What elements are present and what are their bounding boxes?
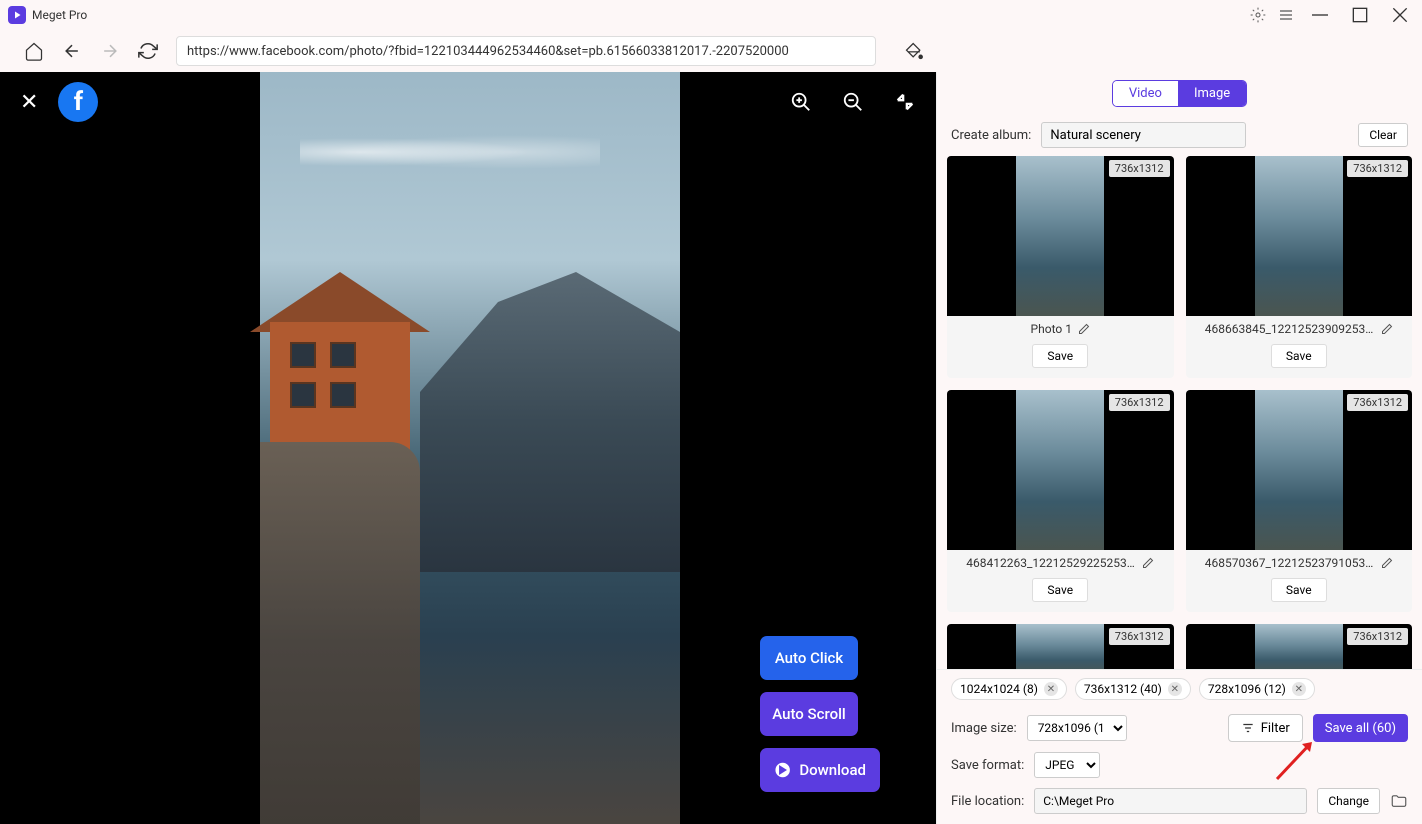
browser-toolbar: https://www.facebook.com/photo/?fbid=122… bbox=[0, 30, 1422, 72]
viewer-action-buttons: Auto Click Auto Scroll Download bbox=[760, 636, 880, 792]
dimension-badge: 736x1312 bbox=[1347, 394, 1408, 411]
url-input[interactable]: https://www.facebook.com/photo/?fbid=122… bbox=[176, 36, 876, 66]
create-album-label: Create album: bbox=[951, 128, 1031, 143]
thumbnail-card[interactable]: 736x1312 Photo 1 Save bbox=[947, 156, 1174, 378]
thumbnail-image: 736x1312 bbox=[947, 156, 1174, 316]
thumbnail-save-button[interactable]: Save bbox=[1271, 578, 1327, 602]
thumbnail-save-button[interactable]: Save bbox=[1271, 344, 1327, 368]
download-icon bbox=[774, 761, 791, 779]
sidebar: Video Image Create album: Clear 736x1312… bbox=[936, 72, 1422, 824]
file-location-label: File location: bbox=[951, 794, 1024, 809]
forward-icon[interactable] bbox=[100, 41, 120, 61]
chip-label: 736x1312 (40) bbox=[1084, 682, 1162, 696]
dimension-badge: 736x1312 bbox=[1109, 394, 1170, 411]
auto-click-button[interactable]: Auto Click bbox=[760, 636, 858, 680]
filter-chip[interactable]: 736x1312 (40) ✕ bbox=[1075, 678, 1191, 700]
dimension-badge: 736x1312 bbox=[1109, 160, 1170, 177]
thumbnail-image: 736x1312 bbox=[947, 624, 1174, 669]
thumbnail-save-button[interactable]: Save bbox=[1032, 578, 1088, 602]
settings-icon[interactable] bbox=[1250, 7, 1266, 23]
app-title: Meget Pro bbox=[32, 8, 1250, 22]
zoom-out-icon[interactable] bbox=[842, 91, 864, 113]
titlebar: Meget Pro bbox=[0, 0, 1422, 30]
image-size-label: Image size: bbox=[951, 721, 1017, 736]
image-size-select[interactable]: 728x1096 (12) bbox=[1027, 715, 1127, 741]
dimension-badge: 736x1312 bbox=[1347, 628, 1408, 645]
facebook-logo-icon[interactable]: f bbox=[58, 82, 98, 122]
filter-chips: 1024x1024 (8)✕736x1312 (40)✕728x1096 (12… bbox=[937, 669, 1422, 708]
menu-icon[interactable] bbox=[1278, 7, 1294, 23]
filter-chip[interactable]: 1024x1024 (8) ✕ bbox=[951, 678, 1067, 700]
thumbnail-name: 468412263_122125292252534460_1 bbox=[966, 556, 1136, 570]
download-button[interactable]: Download bbox=[760, 748, 880, 792]
minimize-button[interactable] bbox=[1306, 1, 1334, 29]
thumbnail-grid-wrap[interactable]: 736x1312 Photo 1 Save 736x1312 468663845… bbox=[937, 156, 1422, 669]
thumbnail-name: 468663845_122125239092534460_ bbox=[1205, 322, 1375, 336]
thumbnail-card[interactable]: 736x1312 bbox=[1186, 624, 1413, 669]
home-icon[interactable] bbox=[24, 41, 44, 61]
thumbnail-image: 736x1312 bbox=[947, 390, 1174, 550]
save-all-button[interactable]: Save all (60) bbox=[1313, 714, 1408, 742]
tab-image[interactable]: Image bbox=[1178, 81, 1246, 106]
thumbnail-save-button[interactable]: Save bbox=[1032, 344, 1088, 368]
change-button[interactable]: Change bbox=[1317, 788, 1380, 814]
exit-fullscreen-icon[interactable] bbox=[894, 91, 916, 113]
tab-video[interactable]: Video bbox=[1113, 81, 1178, 106]
thumbnail-image: 736x1312 bbox=[1186, 390, 1413, 550]
chip-label: 1024x1024 (8) bbox=[960, 682, 1038, 696]
save-format-select[interactable]: JPEG bbox=[1034, 752, 1100, 778]
back-icon[interactable] bbox=[62, 41, 82, 61]
edit-icon[interactable] bbox=[1142, 557, 1154, 569]
thumbnail-card[interactable]: 736x1312 468570367_122125237910534460_ S… bbox=[1186, 390, 1413, 612]
chip-remove-icon[interactable]: ✕ bbox=[1168, 682, 1182, 696]
thumbnail-image: 736x1312 bbox=[1186, 156, 1413, 316]
edit-icon[interactable] bbox=[1078, 323, 1090, 335]
album-name-input[interactable] bbox=[1041, 122, 1246, 148]
thumbnail-card[interactable]: 736x1312 468412263_122125292252534460_1 … bbox=[947, 390, 1174, 612]
reload-icon[interactable] bbox=[138, 41, 158, 61]
filter-button[interactable]: Filter bbox=[1228, 714, 1303, 742]
maximize-button[interactable] bbox=[1346, 1, 1374, 29]
viewer-close-icon[interactable]: ✕ bbox=[20, 90, 38, 115]
album-row: Create album: Clear bbox=[937, 114, 1422, 156]
main-area: ✕ f Auto Click bbox=[0, 72, 1422, 824]
url-text: https://www.facebook.com/photo/?fbid=122… bbox=[187, 44, 789, 59]
sidebar-tabs: Video Image bbox=[937, 72, 1422, 114]
main-photo bbox=[260, 72, 680, 824]
zoom-in-icon[interactable] bbox=[790, 91, 812, 113]
thumbnail-name: Photo 1 bbox=[1031, 322, 1072, 336]
close-button[interactable] bbox=[1386, 1, 1414, 29]
thumbnail-card[interactable]: 736x1312 bbox=[947, 624, 1174, 669]
file-location-input[interactable] bbox=[1034, 788, 1307, 814]
bottom-controls: Image size: 728x1096 (12) Filter Save al… bbox=[937, 708, 1422, 824]
chip-remove-icon[interactable]: ✕ bbox=[1044, 682, 1058, 696]
photo-viewer: ✕ f Auto Click bbox=[0, 72, 936, 824]
thumbnail-name: 468570367_122125237910534460_ bbox=[1205, 556, 1375, 570]
dimension-badge: 736x1312 bbox=[1347, 160, 1408, 177]
thumbnail-image: 736x1312 bbox=[1186, 624, 1413, 669]
clear-button[interactable]: Clear bbox=[1358, 123, 1408, 147]
chip-remove-icon[interactable]: ✕ bbox=[1292, 682, 1306, 696]
edit-icon[interactable] bbox=[1381, 557, 1393, 569]
auto-scroll-button[interactable]: Auto Scroll bbox=[760, 692, 858, 736]
viewer-topbar: ✕ f bbox=[0, 72, 936, 132]
edit-icon[interactable] bbox=[1381, 323, 1393, 335]
folder-icon[interactable] bbox=[1390, 792, 1408, 810]
filter-icon bbox=[1241, 721, 1255, 735]
dimension-badge: 736x1312 bbox=[1109, 628, 1170, 645]
chip-label: 728x1096 (12) bbox=[1208, 682, 1286, 696]
thumbnail-card[interactable]: 736x1312 468663845_122125239092534460_ S… bbox=[1186, 156, 1413, 378]
filter-chip[interactable]: 728x1096 (12) ✕ bbox=[1199, 678, 1315, 700]
thumbnail-grid: 736x1312 Photo 1 Save 736x1312 468663845… bbox=[947, 156, 1412, 669]
save-format-label: Save format: bbox=[951, 758, 1024, 773]
app-logo-icon bbox=[8, 6, 26, 24]
paint-bucket-icon[interactable] bbox=[904, 41, 924, 61]
